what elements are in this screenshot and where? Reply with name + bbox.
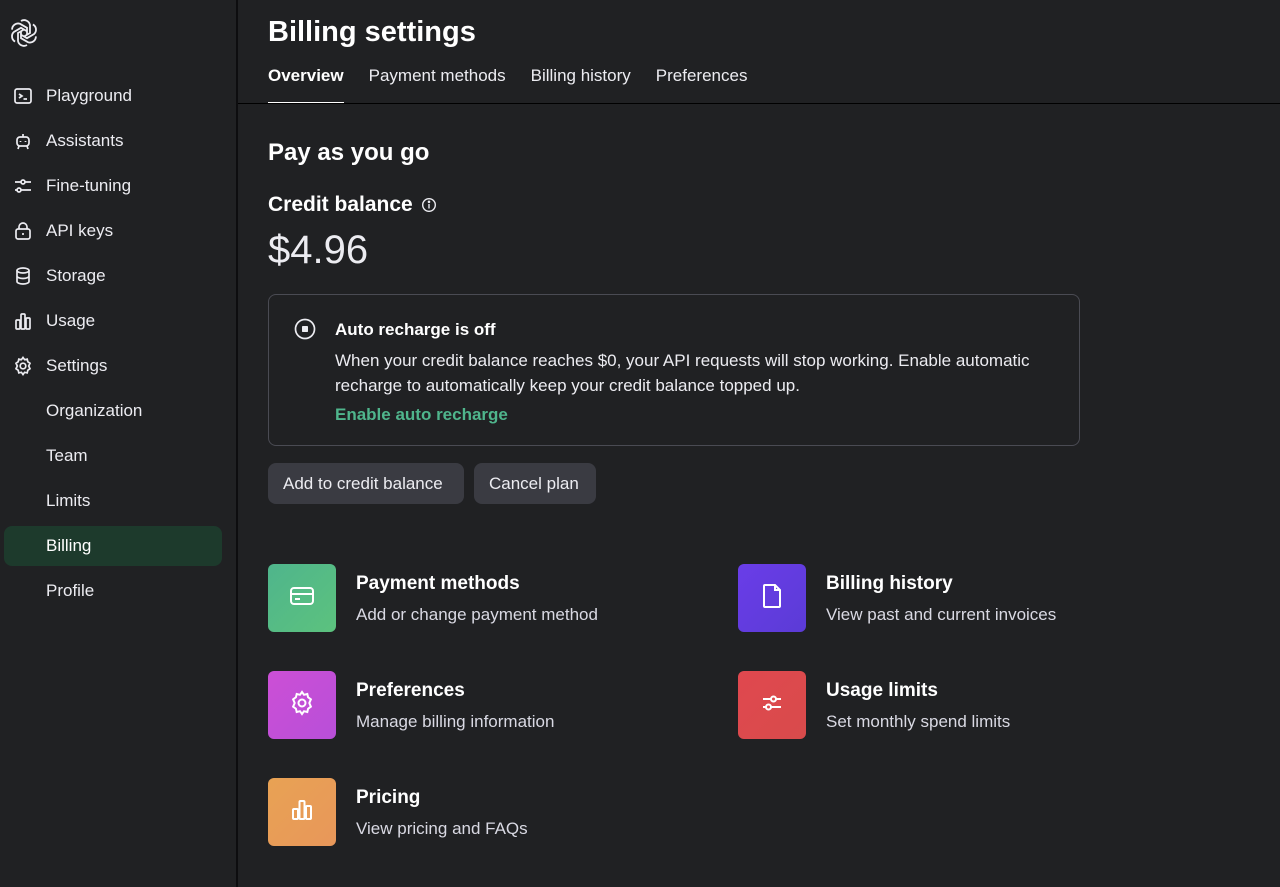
sidebar-item-label: Team bbox=[46, 446, 88, 465]
sidebar-item-profile[interactable]: Profile bbox=[4, 571, 222, 611]
section-title: Pay as you go bbox=[268, 139, 430, 166]
sidebar-item-usage[interactable]: Usage bbox=[4, 301, 222, 341]
auto-recharge-title: Auto recharge is off bbox=[335, 320, 496, 339]
card-usage-limits[interactable]: Usage limits Set monthly spend limits bbox=[738, 671, 1010, 739]
card-description: View pricing and FAQs bbox=[356, 819, 528, 838]
lock-icon bbox=[12, 220, 34, 242]
sidebar-item-label: API keys bbox=[46, 221, 114, 240]
credit-balance-label: Credit balance bbox=[268, 193, 413, 216]
card-tile bbox=[268, 564, 336, 632]
tab-preferences[interactable]: Preferences bbox=[656, 66, 748, 104]
tabs-divider bbox=[238, 103, 1280, 104]
bar-chart-icon bbox=[288, 796, 316, 829]
card-pricing[interactable]: Pricing View pricing and FAQs bbox=[268, 778, 528, 846]
credit-balance-value: $4.96 bbox=[268, 228, 369, 272]
sidebar-item-label: Playground bbox=[46, 86, 133, 105]
terminal-icon bbox=[12, 85, 34, 107]
add-to-credit-balance-button[interactable]: Add to credit balance bbox=[268, 463, 464, 504]
sidebar-item-limits[interactable]: Limits bbox=[4, 481, 222, 521]
credit-card-icon bbox=[288, 582, 316, 615]
auto-recharge-description: When your credit balance reaches $0, you… bbox=[335, 351, 1030, 395]
tab-bar: Overview Payment methods Billing history… bbox=[268, 66, 772, 104]
sidebar-item-label: Limits bbox=[46, 491, 91, 510]
sliders-icon bbox=[12, 175, 34, 197]
enable-auto-recharge-link[interactable]: Enable auto recharge bbox=[335, 405, 508, 425]
sidebar-item-storage[interactable]: Storage bbox=[4, 256, 222, 296]
card-title: Pricing bbox=[356, 787, 421, 808]
tab-overview[interactable]: Overview bbox=[268, 66, 344, 104]
card-billing-history[interactable]: Billing history View past and current in… bbox=[738, 564, 1056, 632]
card-title: Usage limits bbox=[826, 680, 938, 701]
auto-recharge-notice: Auto recharge is off When your credit ba… bbox=[268, 294, 1080, 446]
sidebar: Playground Assistants Fine-tuning API ke… bbox=[0, 0, 238, 887]
gear-icon bbox=[12, 355, 34, 377]
tab-billing-history[interactable]: Billing history bbox=[531, 66, 631, 104]
sidebar-item-billing[interactable]: Billing bbox=[4, 526, 222, 566]
app: Playground Assistants Fine-tuning API ke… bbox=[0, 0, 1280, 887]
sidebar-item-label: Settings bbox=[46, 356, 108, 375]
sidebar-item-team[interactable]: Team bbox=[4, 436, 222, 476]
main-content: Billing settings Overview Payment method… bbox=[238, 0, 1280, 887]
card-tile bbox=[268, 671, 336, 739]
tab-payment-methods[interactable]: Payment methods bbox=[369, 66, 506, 104]
openai-logo-icon[interactable] bbox=[8, 17, 40, 49]
card-title: Billing history bbox=[826, 573, 953, 594]
sidebar-item-label: Billing bbox=[46, 536, 92, 555]
card-description: View past and current invoices bbox=[826, 605, 1057, 624]
cancel-plan-button[interactable]: Cancel plan bbox=[474, 463, 596, 504]
sidebar-item-label: Assistants bbox=[46, 131, 124, 150]
page-title: Billing settings bbox=[268, 16, 476, 48]
card-title: Preferences bbox=[356, 680, 465, 701]
info-icon[interactable] bbox=[421, 197, 437, 213]
robot-icon bbox=[12, 130, 34, 152]
sidebar-item-label: Profile bbox=[46, 581, 95, 600]
bar-chart-icon bbox=[12, 310, 34, 332]
card-description: Manage billing information bbox=[356, 712, 555, 731]
card-payment-methods[interactable]: Payment methods Add or change payment me… bbox=[268, 564, 598, 632]
sliders-icon bbox=[758, 689, 786, 722]
sidebar-nav: Playground Assistants Fine-tuning API ke… bbox=[4, 76, 222, 616]
document-icon bbox=[758, 582, 786, 615]
credit-balance-heading: Credit balance bbox=[268, 193, 437, 217]
sidebar-item-playground[interactable]: Playground bbox=[4, 76, 222, 116]
card-preferences[interactable]: Preferences Manage billing information bbox=[268, 671, 554, 739]
sidebar-item-assistants[interactable]: Assistants bbox=[4, 121, 222, 161]
card-tile bbox=[738, 671, 806, 739]
card-tile bbox=[738, 564, 806, 632]
card-description: Add or change payment method bbox=[356, 605, 598, 624]
sidebar-item-label: Organization bbox=[46, 401, 143, 420]
database-icon bbox=[12, 265, 34, 287]
stop-circle-icon bbox=[294, 318, 316, 340]
card-tile bbox=[268, 778, 336, 846]
sidebar-item-fine-tuning[interactable]: Fine-tuning bbox=[4, 166, 222, 206]
gear-icon bbox=[288, 689, 316, 722]
sidebar-item-api-keys[interactable]: API keys bbox=[4, 211, 222, 251]
sidebar-item-settings[interactable]: Settings bbox=[4, 346, 222, 386]
sidebar-item-label: Usage bbox=[46, 311, 96, 330]
sidebar-item-organization[interactable]: Organization bbox=[4, 391, 222, 431]
card-title: Payment methods bbox=[356, 573, 520, 594]
sidebar-item-label: Storage bbox=[46, 266, 106, 285]
card-description: Set monthly spend limits bbox=[826, 712, 1011, 731]
sidebar-item-label: Fine-tuning bbox=[46, 176, 132, 195]
